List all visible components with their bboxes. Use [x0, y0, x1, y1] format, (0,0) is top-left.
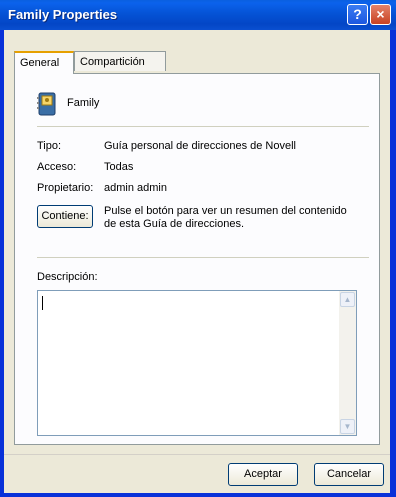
- tab-comparticion[interactable]: Compartición: [74, 51, 166, 71]
- acceso-label: Acceso:: [37, 161, 77, 173]
- propietario-label: Propietario:: [37, 182, 94, 194]
- scroll-down-icon[interactable]: ▼: [340, 419, 355, 434]
- vertical-scrollbar[interactable]: ▲ ▼: [339, 291, 356, 435]
- tab-general[interactable]: General: [14, 51, 74, 74]
- aceptar-button[interactable]: Aceptar: [228, 463, 298, 486]
- acceso-value: Todas: [104, 161, 134, 173]
- tipo-label: Tipo:: [37, 140, 62, 152]
- close-icon[interactable]: ×: [370, 4, 391, 25]
- separator: [37, 126, 369, 127]
- tipo-value: Guía personal de direcciones de Novell: [104, 140, 297, 152]
- separator: [37, 257, 369, 258]
- item-name: Family: [67, 97, 100, 109]
- text-caret: [42, 296, 43, 310]
- cancelar-button[interactable]: Cancelar: [314, 463, 384, 486]
- footer-separator: [4, 454, 390, 455]
- address-book-icon: [37, 92, 57, 116]
- descripcion-label: Descripción:: [37, 271, 98, 283]
- descripcion-textarea[interactable]: ▲ ▼: [37, 290, 357, 436]
- contiene-button[interactable]: Contiene:: [37, 205, 93, 228]
- scroll-up-icon[interactable]: ▲: [340, 292, 355, 307]
- help-icon[interactable]: ?: [347, 4, 368, 25]
- contiene-description-line2: de esta Guía de direcciones.: [104, 218, 245, 230]
- properties-window: Family Properties ? × General Compartici…: [0, 0, 396, 497]
- contiene-description-line1: Pulse el botón para ver un resumen del c…: [104, 205, 347, 217]
- general-panel: Family Tipo: Guía personal de direccione…: [14, 73, 380, 445]
- propietario-value: admin admin: [104, 182, 167, 194]
- title-bar[interactable]: Family Properties ? ×: [0, 0, 396, 30]
- window-title: Family Properties: [8, 7, 118, 22]
